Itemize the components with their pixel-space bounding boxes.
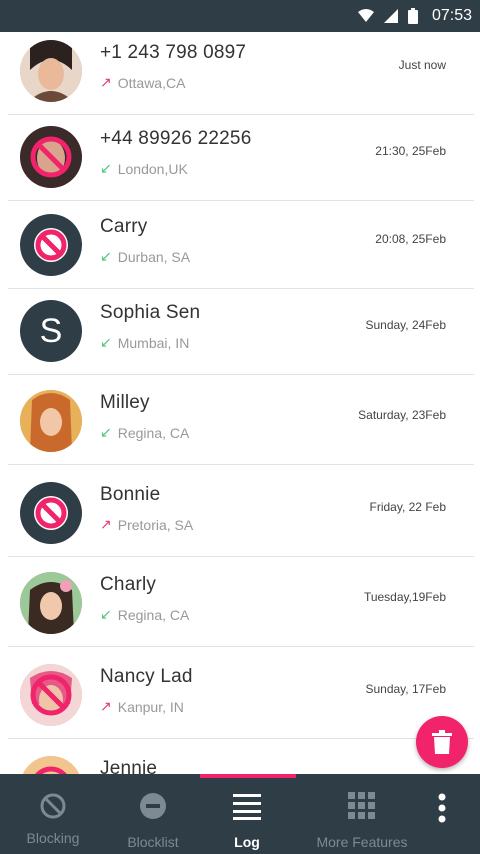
location-text: Mumbai, IN: [117, 334, 190, 351]
call-time: Sunday, 24Feb: [365, 318, 446, 332]
incoming-call-icon: ↙: [100, 606, 112, 622]
contact-name: +1 243 798 0897: [100, 42, 247, 63]
location-text: Kanpur, IN: [117, 698, 184, 715]
battery-icon: [407, 8, 418, 24]
call-time: Tuesday,19Feb: [363, 590, 446, 604]
location-text: Pretoria, SA: [117, 516, 194, 533]
call-log-row[interactable]: Jennie: [8, 744, 474, 774]
incoming-call-icon: ↙: [100, 424, 112, 440]
signal-icon: [383, 9, 398, 23]
incoming-call-icon: ↙: [100, 248, 112, 264]
grid-icon: [348, 792, 375, 819]
call-log-row[interactable]: S Sophia Sen ↙ Mumbai, IN Sunday, 24Feb: [8, 288, 474, 375]
call-time: 21:30, 25Feb: [375, 144, 446, 158]
trash-icon: [432, 730, 452, 754]
nav-label: Blocklist: [127, 834, 179, 850]
contact-name: +44 89926 22256: [100, 128, 252, 149]
minus-circle-icon: [140, 793, 166, 819]
call-log-row[interactable]: Charly ↙ Regina, CA Tuesday,19Feb: [8, 560, 474, 647]
call-location: ↗ Ottawa,CA: [100, 74, 185, 91]
status-bar: 07:53: [0, 0, 480, 32]
nav-tab-blocklist[interactable]: Blocklist: [103, 774, 203, 854]
call-log-row[interactable]: +44 89926 22256 ↙ London,UK 21:30, 25Feb: [8, 114, 474, 201]
call-log-row[interactable]: Carry ↙ Durban, SA 20:08, 25Feb: [8, 202, 474, 289]
nav-label: More Features: [316, 834, 408, 850]
contact-name: Carry: [100, 216, 148, 237]
call-log-row[interactable]: Bonnie ↗ Pretoria, SA Friday, 22 Feb: [8, 470, 474, 557]
outgoing-call-icon: ↗: [100, 698, 112, 714]
contact-avatar: [20, 40, 82, 102]
contact-avatar: [20, 214, 82, 276]
contact-name: Bonnie: [100, 484, 161, 505]
contact-name: Sophia Sen: [100, 302, 201, 323]
more-vertical-icon[interactable]: [430, 792, 454, 824]
contact-avatar: [20, 664, 82, 726]
contact-name: Charly: [100, 574, 157, 595]
call-location: ↗ Kanpur, IN: [100, 698, 184, 715]
incoming-call-icon: ↙: [100, 160, 112, 176]
call-time: Saturday, 23Feb: [358, 408, 446, 422]
location-text: Regina, CA: [117, 606, 190, 623]
nav-tab-log[interactable]: Log: [197, 774, 297, 854]
location-text: London,UK: [117, 160, 188, 177]
call-location: ↙ London,UK: [100, 160, 188, 177]
wifi-icon: [357, 9, 374, 22]
list-icon: [233, 794, 261, 820]
call-time: Just now: [398, 58, 446, 72]
call-time: 20:08, 25Feb: [375, 232, 446, 246]
nav-tab-more-features[interactable]: More Features: [300, 774, 424, 854]
call-location: ↙ Regina, CA: [100, 606, 189, 623]
bottom-navigation: Blocking Blocklist Log More Features: [0, 774, 480, 854]
location-text: Ottawa,CA: [117, 74, 186, 91]
call-location: ↙ Durban, SA: [100, 248, 190, 265]
nav-tab-blocking[interactable]: Blocking: [3, 774, 103, 854]
incoming-call-icon: ↙: [100, 334, 112, 350]
contact-avatar: S: [20, 300, 82, 362]
status-icons: 07:53: [357, 0, 472, 32]
call-location: ↙ Regina, CA: [100, 424, 189, 441]
location-text: Durban, SA: [117, 248, 191, 265]
call-log-row[interactable]: Milley ↙ Regina, CA Saturday, 23Feb: [8, 378, 474, 465]
outgoing-call-icon: ↗: [100, 74, 112, 90]
call-location: ↙ Mumbai, IN: [100, 334, 189, 351]
call-time: Friday, 22 Feb: [369, 500, 446, 514]
contact-avatar: [20, 572, 82, 634]
block-icon: [40, 793, 66, 819]
contact-avatar: [20, 390, 82, 452]
contact-avatar: [20, 482, 82, 544]
call-log-row[interactable]: Nancy Lad ↗ Kanpur, IN Sunday, 17Feb: [8, 652, 474, 739]
status-time: 07:53: [431, 7, 472, 24]
blocked-icon: [34, 496, 68, 530]
blocked-icon: [34, 228, 68, 262]
contact-name: Jennie: [100, 758, 158, 774]
location-text: Regina, CA: [117, 424, 190, 441]
outgoing-call-icon: ↗: [100, 516, 112, 532]
nav-label: Log: [234, 834, 260, 850]
contact-name: Nancy Lad: [100, 666, 193, 687]
call-time: Sunday, 17Feb: [365, 682, 446, 696]
call-log-row[interactable]: +1 243 798 0897 ↗ Ottawa,CA Just now: [8, 32, 474, 115]
nav-label: Blocking: [26, 830, 80, 846]
call-location: ↗ Pretoria, SA: [100, 516, 193, 533]
delete-log-button[interactable]: [416, 716, 468, 768]
call-log-list[interactable]: +1 243 798 0897 ↗ Ottawa,CA Just now +44 …: [0, 32, 480, 774]
contact-avatar: [20, 756, 82, 774]
contact-name: Milley: [100, 392, 150, 413]
contact-avatar: [20, 126, 82, 188]
